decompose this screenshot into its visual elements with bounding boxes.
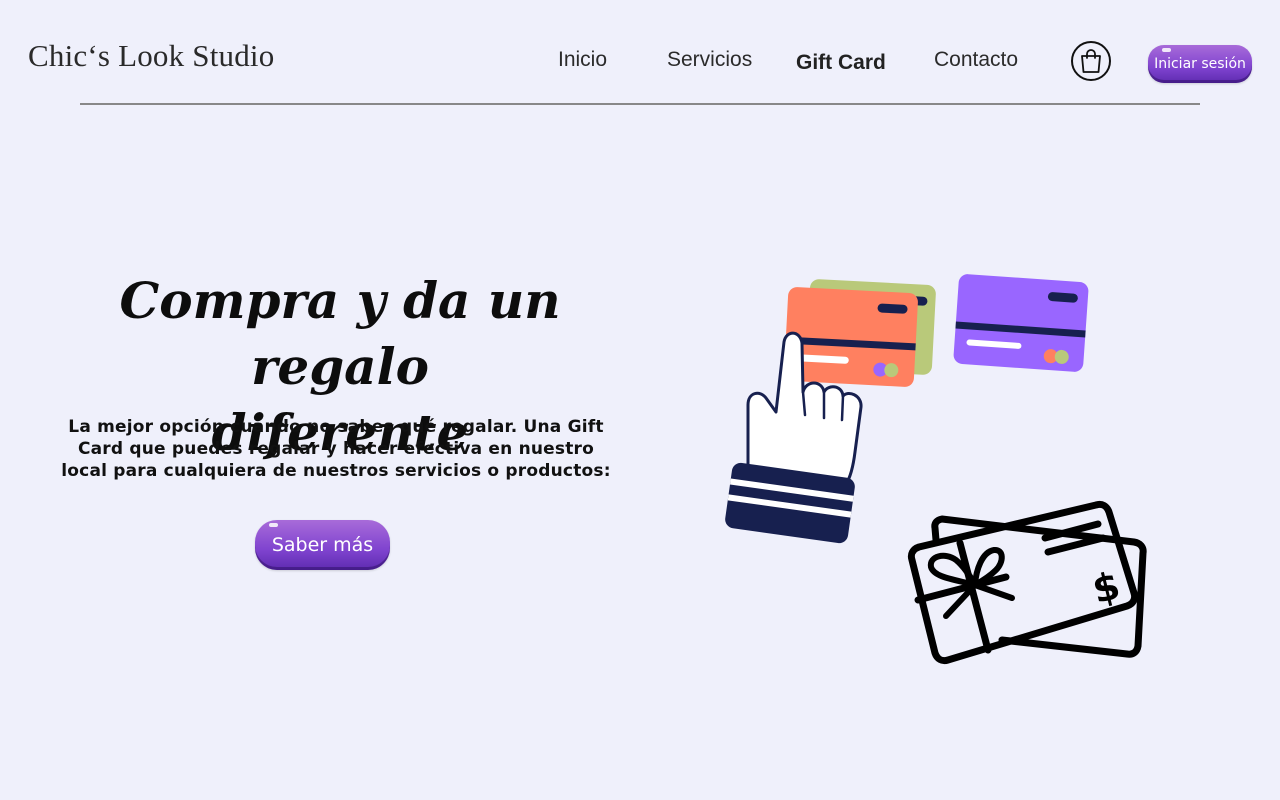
nav-item-contacto[interactable]: Contacto [934, 48, 1018, 72]
login-button[interactable]: Iniciar sesión [1148, 45, 1252, 83]
pointing-hand [725, 331, 863, 544]
nav-item-gift-card[interactable]: Gift Card [796, 51, 886, 75]
header-divider [80, 103, 1200, 105]
dollar-sign-icon: $ [1088, 563, 1124, 612]
green-credit-card [806, 279, 936, 375]
shopping-bag-icon [1081, 49, 1101, 73]
orange-credit-card [784, 287, 918, 387]
nav-item-servicios[interactable]: Servicios [667, 48, 752, 72]
cart-button[interactable] [1071, 41, 1111, 81]
page: Chic‘s Look Studio Inicio Servicios Gift… [0, 0, 1280, 800]
hero-description: La mejor opción cuando no sabes qué rega… [61, 417, 611, 481]
nav-item-inicio[interactable]: Inicio [558, 48, 607, 72]
gift-voucher-icon [907, 500, 1147, 665]
purple-credit-card [953, 274, 1089, 372]
saber-mas-button[interactable]: Saber más [255, 520, 390, 570]
hero-title-line1: Compra y da un regalo [119, 271, 561, 396]
